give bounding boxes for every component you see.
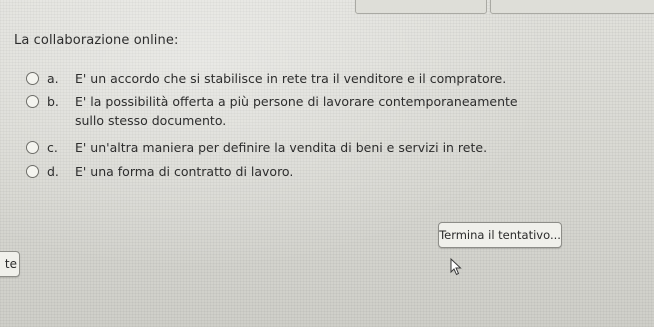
option-text: E' la possibilità offerta a più persone … <box>75 94 518 128</box>
top-input-box-right <box>490 0 654 14</box>
previous-page-button[interactable]: te <box>0 251 20 277</box>
top-input-box-left <box>355 0 487 14</box>
question-text: La collaborazione online: <box>14 33 179 48</box>
answer-option-c[interactable]: c. E' un'altra maniera per definire la v… <box>26 138 535 157</box>
radio-button-d[interactable] <box>26 165 39 178</box>
option-text: E' un'altra maniera per definire la vend… <box>75 140 488 155</box>
radio-button-b[interactable] <box>26 95 39 108</box>
option-text: E' una forma di contratto di lavoro. <box>75 164 294 179</box>
option-letter: a. <box>47 71 59 86</box>
radio-button-a[interactable] <box>26 72 39 85</box>
answer-option-b[interactable]: b. E' la possibilità offerta a più perso… <box>26 92 535 130</box>
option-text: E' un accordo che si stabilisce in rete … <box>75 71 507 86</box>
finish-attempt-button[interactable]: Termina il tentativo... <box>438 222 562 248</box>
option-letter: c. <box>47 140 58 155</box>
radio-button-c[interactable] <box>26 141 39 154</box>
option-letter: b. <box>47 94 59 109</box>
option-letter: d. <box>47 164 59 179</box>
answer-option-d[interactable]: d. E' una forma di contratto di lavoro. <box>26 162 535 181</box>
answer-option-a[interactable]: a. E' un accordo che si stabilisce in re… <box>26 69 535 88</box>
mouse-pointer-icon <box>450 258 462 276</box>
